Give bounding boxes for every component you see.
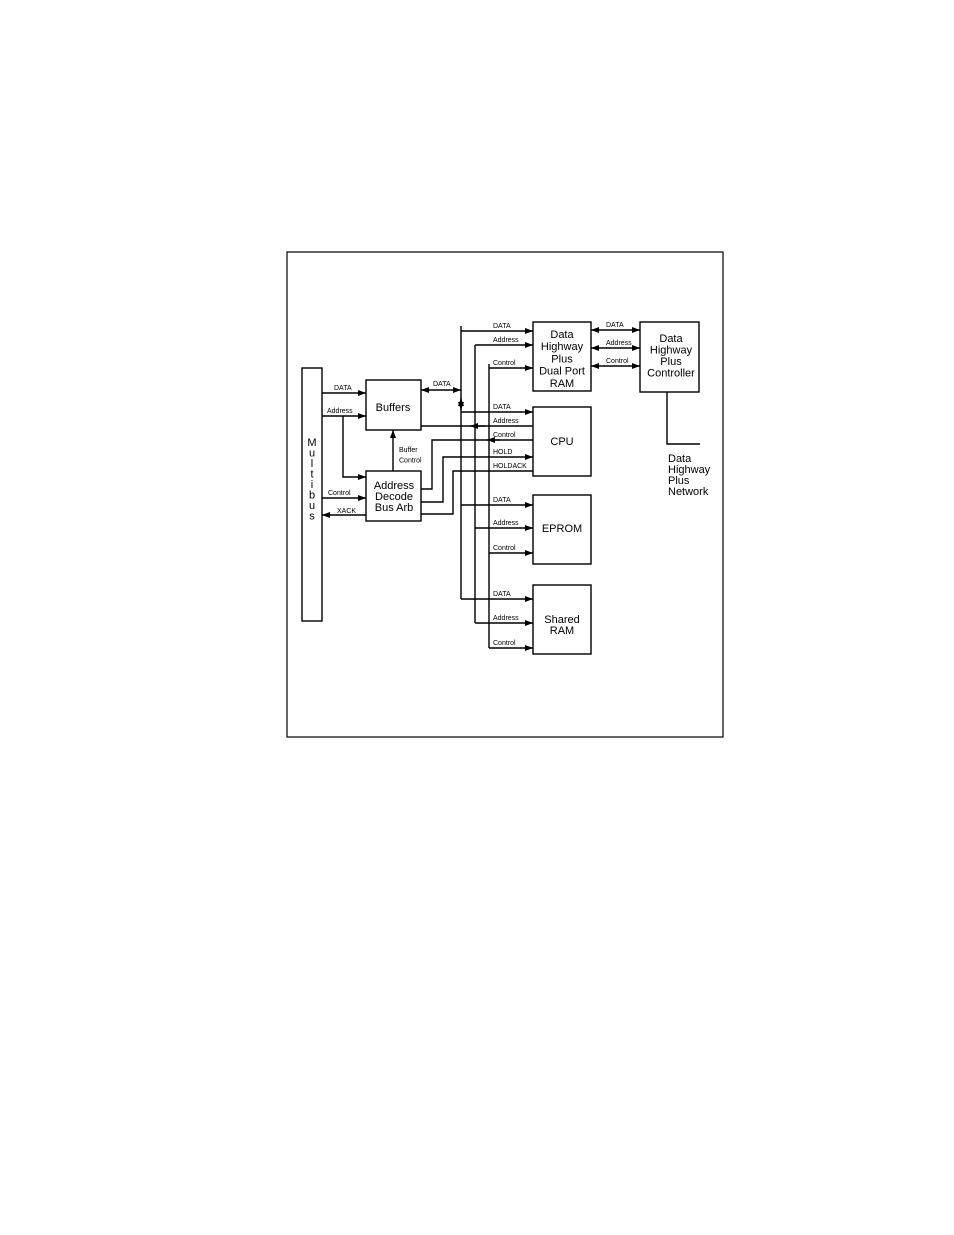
dhp-address-label: Address	[493, 337, 519, 344]
dhp-ram-label: RAM	[550, 378, 574, 390]
shared-ram-label: RAM	[550, 625, 574, 637]
network-line	[666, 392, 700, 445]
buffer-control-label: Control	[399, 458, 422, 465]
mb-control-label: Control	[328, 490, 351, 497]
controller-label: Data	[659, 333, 683, 345]
mb-address-label: Address	[327, 408, 353, 415]
eprom-data-label: DATA	[493, 497, 511, 504]
eprom-control-label: Control	[493, 545, 516, 552]
block-diagram: Buffers CPU EPROM MultibusAddressDecodeB…	[286, 251, 724, 738]
buffers-data-label: DATA	[433, 381, 451, 388]
dhp-ram-label: Data	[550, 329, 574, 341]
ctrl-address-label: Address	[606, 340, 632, 347]
dhp-ram-label: Dual Port	[539, 366, 585, 378]
ctrl-data-label: DATA	[606, 322, 624, 329]
cpu-label: CPU	[550, 436, 573, 448]
dhp-control-label: Control	[493, 360, 516, 367]
address-decode-label: Bus Arb	[375, 502, 414, 514]
buffers-label: Buffers	[376, 402, 411, 414]
controller-label: Controller	[647, 368, 695, 380]
controller-label: Plus	[660, 356, 682, 368]
bus-taps: DATA Address Control DATA Address Control HOLD…	[461, 323, 533, 651]
shared-control-label: Control	[493, 640, 516, 647]
dhp-data-label: DATA	[493, 323, 511, 330]
eprom-label: EPROM	[542, 523, 582, 535]
multibus-label: s	[309, 511, 315, 523]
shared-address-label: Address	[493, 615, 519, 622]
dhp-ram-label: Plus	[551, 353, 573, 365]
holdack-label: HOLDACK	[493, 463, 527, 470]
holdack-line	[421, 470, 533, 515]
dhp-ram-label: Highway	[541, 341, 584, 353]
address-branch-line	[342, 416, 366, 480]
eprom-address-label: Address	[493, 520, 519, 527]
xack-label: XACK	[337, 508, 356, 515]
mb-data-label: DATA	[334, 385, 352, 392]
ctrl-control-label: Control	[606, 358, 629, 365]
buffer-control-label: Buffer	[399, 447, 418, 454]
diagram-page: Buffers CPU EPROM Mu l t i b u s Address Decode B…	[0, 0, 954, 1235]
controller-label: Highway	[650, 345, 693, 357]
hold-label: HOLD	[493, 449, 512, 456]
shared-data-label: DATA	[493, 591, 511, 598]
cpu-address-label: Address	[493, 418, 519, 425]
cpu-control-label: Control	[493, 432, 516, 439]
network-label: Network	[668, 486, 709, 498]
cpu-data-label: DATA	[493, 404, 511, 411]
